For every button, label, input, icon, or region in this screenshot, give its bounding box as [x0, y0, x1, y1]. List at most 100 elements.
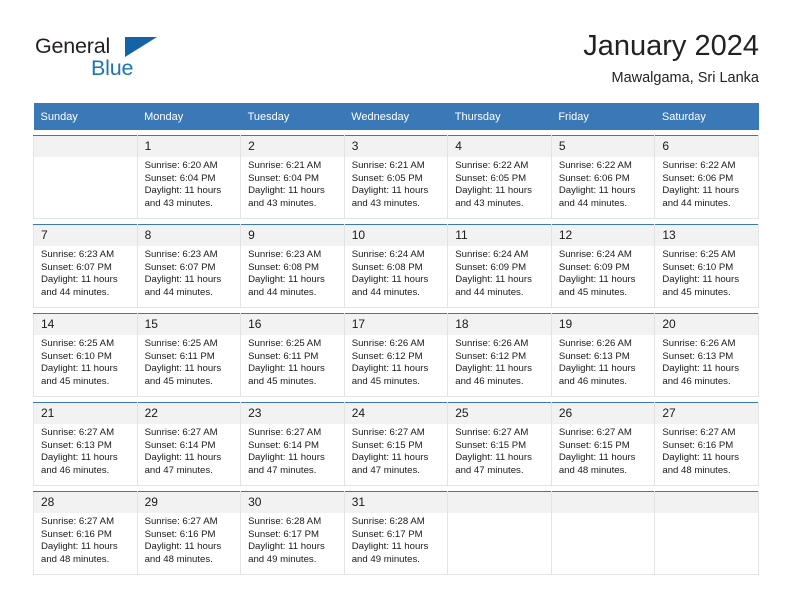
page-subtitle: Mawalgama, Sri Lanka: [611, 70, 760, 86]
calendar-day-cell[interactable]: 17 Sunrise: 6:26 AM Sunset: 6:12 PM Dayligh…: [343, 313, 449, 397]
title-block: January 2024 Mawalgama, Sri Lanka: [583, 28, 759, 89]
calendar-day-cell[interactable]: 19 Sunrise: 6:26 AM Sunset: 6:13 PM Dayligh…: [550, 313, 656, 397]
calendar-day-cell[interactable]: 25 Sunrise: 6:27 AM Sunset: 6:15 PM Dayligh…: [447, 402, 552, 486]
calendar-day-cell[interactable]: 3 Sunrise: 6:21 AM Sunset: 6:05 PM Daylight…: [343, 135, 449, 219]
sunset-text: Sunset: 6:07 PM: [41, 261, 112, 273]
daylight-text-line1: Daylight: 11 hours: [558, 274, 636, 286]
sunset-text: Sunset: 6:08 PM: [351, 261, 423, 273]
day-sun-info: Sunrise: 6:25 AM Sunset: 6:10 PM Daylight:…: [656, 246, 758, 299]
daylight-text-line1: Daylight: 11 hours: [662, 274, 739, 286]
calendar-day-cell[interactable]: 14 Sunrise: 6:25 AM Sunset: 6:10 PM Dayligh…: [33, 313, 138, 397]
daylight-text-line1: Daylight: 11 hours: [351, 363, 429, 375]
daylight-text-line1: Daylight: 11 hours: [455, 363, 532, 375]
daylight-text-line2: and 43 minutes.: [455, 197, 524, 209]
calendar-day-cell[interactable]: 6 Sunrise: 6:22 AM Sunset: 6:06 PM Daylight…: [654, 135, 759, 219]
day-sun-info: Sunrise: 6:26 AM Sunset: 6:12 PM Daylight:…: [345, 335, 447, 388]
daylight-text-line1: Daylight: 11 hours: [248, 363, 325, 375]
daylight-text-line1: Daylight: 11 hours: [248, 274, 325, 286]
day-number: 13: [655, 225, 758, 246]
sunrise-text: Sunrise: 6:27 AM: [41, 427, 115, 438]
weekday-header-sunday: Sunday: [33, 103, 138, 130]
calendar-day-cell[interactable]: 8 Sunrise: 6:23 AM Sunset: 6:07 PM Daylight…: [136, 224, 242, 308]
calendar-day-cell[interactable]: 13 Sunrise: 6:25 AM Sunset: 6:10 PM Dayligh…: [654, 224, 759, 308]
day-sun-info: Sunrise: 6:24 AM Sunset: 6:09 PM Daylight:…: [552, 246, 654, 299]
daylight-text-line2: and 43 minutes.: [144, 197, 213, 209]
sunrise-text: Sunrise: 6:28 AM: [351, 516, 425, 527]
daylight-text-line1: Daylight: 11 hours: [558, 185, 636, 197]
calendar-week-row: 7 Sunrise: 6:23 AM Sunset: 6:07 PM Daylight…: [33, 224, 759, 308]
calendar-day-cell[interactable]: 15 Sunrise: 6:25 AM Sunset: 6:11 PM Dayligh…: [136, 313, 242, 397]
sunset-text: Sunset: 6:06 PM: [662, 172, 734, 184]
sunrise-text: Sunrise: 6:22 AM: [455, 160, 529, 171]
calendar-day-cell[interactable]: 29 Sunrise: 6:27 AM Sunset: 6:16 PM Dayligh…: [136, 491, 242, 575]
daylight-text-line2: and 45 minutes.: [558, 286, 628, 298]
daylight-text-line1: Daylight: 11 hours: [41, 452, 118, 464]
calendar-table: Sunday Monday Tuesday Wednesday Thursday…: [33, 103, 759, 575]
day-sun-info: Sunrise: 6:25 AM Sunset: 6:10 PM Daylight:…: [34, 335, 136, 388]
calendar-day-cell[interactable]: 1 Sunrise: 6:20 AM Sunset: 6:04 PM Daylight…: [136, 135, 242, 219]
daylight-text-line1: Daylight: 11 hours: [144, 363, 222, 375]
calendar-day-cell[interactable]: 20 Sunrise: 6:26 AM Sunset: 6:13 PM Dayligh…: [654, 313, 759, 397]
daylight-text-line2: and 48 minutes.: [144, 553, 213, 565]
sunrise-text: Sunrise: 6:25 AM: [41, 338, 115, 349]
sunset-text: Sunset: 6:11 PM: [248, 350, 319, 362]
calendar-day-cell[interactable]: 27 Sunrise: 6:27 AM Sunset: 6:16 PM Dayligh…: [654, 402, 759, 486]
page-header: General Blue January 2024 Mawalgama, Sri…: [33, 28, 759, 98]
calendar-day-cell[interactable]: 2 Sunrise: 6:21 AM Sunset: 6:04 PM Daylight…: [240, 135, 345, 219]
calendar-day-cell[interactable]: 31 Sunrise: 6:28 AM Sunset: 6:17 PM Dayligh…: [343, 491, 449, 575]
daylight-text-line1: Daylight: 11 hours: [144, 185, 222, 197]
sunrise-text: Sunrise: 6:22 AM: [662, 160, 736, 171]
logo-triangle-icon: [125, 37, 157, 57]
daylight-text-line1: Daylight: 11 hours: [41, 274, 118, 286]
day-sun-info: Sunrise: 6:21 AM Sunset: 6:05 PM Daylight:…: [345, 157, 447, 210]
day-number: 19: [552, 314, 654, 335]
daylight-text-line1: Daylight: 11 hours: [351, 274, 429, 286]
day-number: 26: [552, 403, 654, 424]
calendar-day-cell[interactable]: 7 Sunrise: 6:23 AM Sunset: 6:07 PM Daylight…: [33, 224, 138, 308]
daylight-text-line1: Daylight: 11 hours: [144, 452, 222, 464]
sunrise-text: Sunrise: 6:24 AM: [351, 249, 425, 260]
day-sun-info: Sunrise: 6:26 AM Sunset: 6:12 PM Daylight:…: [449, 335, 551, 388]
calendar-week-row: 14 Sunrise: 6:25 AM Sunset: 6:10 PM Dayligh…: [33, 313, 759, 397]
calendar-day-cell[interactable]: 9 Sunrise: 6:23 AM Sunset: 6:08 PM Daylight…: [240, 224, 345, 308]
day-number: 15: [138, 314, 240, 335]
calendar-day-cell[interactable]: 24 Sunrise: 6:27 AM Sunset: 6:15 PM Dayligh…: [343, 402, 449, 486]
calendar-day-cell[interactable]: 28 Sunrise: 6:27 AM Sunset: 6:16 PM Dayligh…: [33, 491, 138, 575]
sunrise-text: Sunrise: 6:27 AM: [351, 427, 425, 438]
calendar-day-cell[interactable]: 30 Sunrise: 6:28 AM Sunset: 6:17 PM Dayligh…: [240, 491, 345, 575]
sunset-text: Sunset: 6:15 PM: [351, 439, 423, 451]
calendar-day-cell[interactable]: 16 Sunrise: 6:25 AM Sunset: 6:11 PM Dayligh…: [240, 313, 345, 397]
daylight-text-line1: Daylight: 11 hours: [455, 274, 532, 286]
day-number: 16: [241, 314, 344, 335]
calendar-day-cell[interactable]: 11 Sunrise: 6:24 AM Sunset: 6:09 PM Dayligh…: [447, 224, 552, 308]
calendar-day-cell[interactable]: 26 Sunrise: 6:27 AM Sunset: 6:15 PM Dayligh…: [550, 402, 656, 486]
day-sun-info: Sunrise: 6:22 AM Sunset: 6:06 PM Daylight:…: [656, 157, 758, 210]
calendar-day-cell[interactable]: 23 Sunrise: 6:27 AM Sunset: 6:14 PM Dayligh…: [240, 402, 345, 486]
calendar-day-cell[interactable]: 18 Sunrise: 6:26 AM Sunset: 6:12 PM Dayligh…: [447, 313, 552, 397]
day-sun-info: Sunrise: 6:27 AM Sunset: 6:15 PM Daylight:…: [552, 424, 654, 477]
day-sun-info: Sunrise: 6:21 AM Sunset: 6:04 PM Daylight:…: [242, 157, 344, 210]
weekday-header-thursday: Thursday: [447, 103, 552, 130]
calendar-day-cell[interactable]: 22 Sunrise: 6:27 AM Sunset: 6:14 PM Dayligh…: [136, 402, 242, 486]
sunset-text: Sunset: 6:06 PM: [558, 172, 630, 184]
day-sun-info: Sunrise: 6:25 AM Sunset: 6:11 PM Daylight:…: [138, 335, 240, 388]
daylight-text-line2: and 48 minutes.: [662, 464, 731, 476]
day-number: 14: [34, 314, 137, 335]
calendar-day-cell[interactable]: 21 Sunrise: 6:27 AM Sunset: 6:13 PM Dayligh…: [33, 402, 138, 486]
day-number: [655, 492, 758, 513]
calendar-day-cell[interactable]: 12 Sunrise: 6:24 AM Sunset: 6:09 PM Dayligh…: [550, 224, 656, 308]
daylight-text-line2: and 48 minutes.: [41, 553, 110, 565]
calendar-day-cell[interactable]: 5 Sunrise: 6:22 AM Sunset: 6:06 PM Daylight…: [550, 135, 656, 219]
day-sun-info: Sunrise: 6:27 AM Sunset: 6:16 PM Daylight:…: [34, 513, 136, 566]
day-number: 22: [138, 403, 240, 424]
calendar-day-cell[interactable]: 10 Sunrise: 6:24 AM Sunset: 6:08 PM Dayligh…: [343, 224, 449, 308]
sunrise-text: Sunrise: 6:27 AM: [248, 427, 322, 438]
sunrise-text: Sunrise: 6:20 AM: [144, 160, 218, 171]
day-number: 4: [448, 136, 551, 157]
sunset-text: Sunset: 6:05 PM: [455, 172, 527, 184]
weekday-header-monday: Monday: [137, 103, 241, 130]
calendar-day-cell[interactable]: 4 Sunrise: 6:22 AM Sunset: 6:05 PM Daylight…: [447, 135, 552, 219]
day-sun-info: Sunrise: 6:23 AM Sunset: 6:07 PM Daylight:…: [34, 246, 136, 299]
sunset-text: Sunset: 6:11 PM: [144, 350, 215, 362]
daylight-text-line1: Daylight: 11 hours: [248, 541, 325, 553]
